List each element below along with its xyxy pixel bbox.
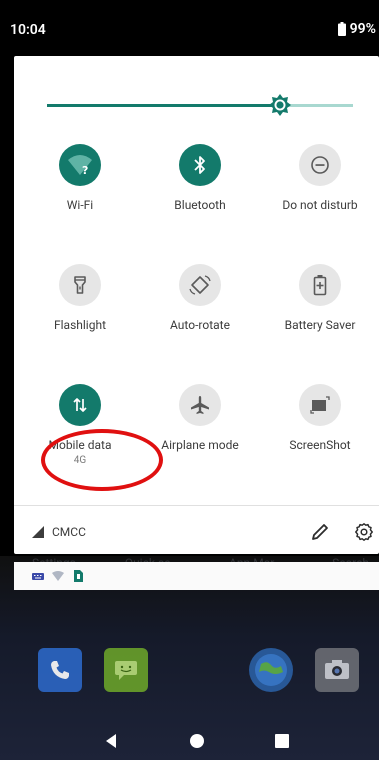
rotate-icon [189, 275, 211, 295]
panel-divider [14, 505, 379, 506]
airplane-tile-button[interactable] [179, 384, 221, 426]
battery-saver-tile-button[interactable] [299, 264, 341, 306]
airplane-icon [191, 396, 209, 414]
bluetooth-tile-button[interactable] [179, 144, 221, 186]
messages-app-icon[interactable] [104, 648, 149, 692]
home-dock [14, 640, 379, 700]
phone-app-icon[interactable] [38, 648, 82, 692]
notification-icon-strip[interactable] [14, 562, 379, 590]
screenshot-tile-button[interactable] [299, 384, 341, 426]
recents-icon[interactable] [274, 733, 290, 749]
status-right: 99% [337, 21, 376, 37]
battery-plus-icon [313, 275, 327, 296]
carrier-info: CMCC [32, 525, 86, 539]
tile-label: Flashlight [54, 318, 106, 332]
tile-auto-rotate[interactable]: Auto-rotate [140, 264, 260, 364]
tile-battery-saver[interactable]: Battery Saver [260, 264, 379, 364]
status-bar: 10:04 99% [0, 0, 379, 56]
back-icon[interactable] [104, 733, 120, 749]
tile-label: ScreenShot [289, 438, 351, 452]
signal-icon [32, 526, 44, 538]
tile-do-not-disturb[interactable]: Do not disturb [260, 144, 379, 244]
home-icon[interactable] [189, 733, 205, 749]
tile-flashlight[interactable]: Flashlight [20, 264, 140, 364]
battery-percent: 99% [349, 21, 376, 37]
quick-settings-panel: ? Wi-Fi Bluetooth Do not disturb Flashli… [14, 56, 379, 554]
tile-label: Bluetooth [174, 198, 226, 212]
camera-app-icon[interactable] [315, 648, 359, 692]
wifi-off-icon [52, 571, 64, 581]
flashlight-icon [74, 276, 86, 294]
edit-pencil-icon[interactable] [310, 522, 330, 542]
status-time: 10:04 [10, 22, 46, 38]
minus-circle-icon [311, 156, 329, 174]
flashlight-tile-button[interactable] [59, 264, 101, 306]
navigation-bar [14, 722, 379, 760]
data-arrows-icon [73, 398, 87, 412]
wifi-tile-button[interactable]: ? [59, 144, 101, 186]
tile-screenshot[interactable]: ScreenShot [260, 384, 379, 484]
brightness-track-fill [47, 104, 280, 107]
svg-text:?: ? [82, 164, 88, 176]
highlight-annotation-circle [41, 429, 163, 491]
carrier-name: CMCC [52, 525, 86, 539]
settings-gear-icon[interactable] [355, 523, 373, 541]
screenshot-icon [310, 396, 330, 414]
dnd-tile-button[interactable] [299, 144, 341, 186]
tile-label: Wi-Fi [66, 198, 94, 212]
mobile-data-tile-button[interactable] [59, 384, 101, 426]
browser-app-icon[interactable] [248, 648, 293, 692]
bluetooth-icon [194, 156, 205, 174]
tile-label: Do not disturb [282, 198, 358, 212]
brightness-slider[interactable] [47, 94, 353, 118]
keyboard-icon [32, 573, 44, 580]
tile-label: Battery Saver [284, 318, 356, 332]
tile-label: Auto-rotate [170, 318, 230, 332]
autorotate-tile-button[interactable] [179, 264, 221, 306]
sim-card-icon [74, 570, 83, 582]
battery-icon [337, 22, 346, 36]
tile-bluetooth[interactable]: Bluetooth [140, 144, 260, 244]
brightness-thumb-icon[interactable] [269, 94, 291, 116]
wifi-question-icon: ? [68, 155, 92, 176]
tile-wifi[interactable]: ? Wi-Fi [20, 144, 140, 244]
